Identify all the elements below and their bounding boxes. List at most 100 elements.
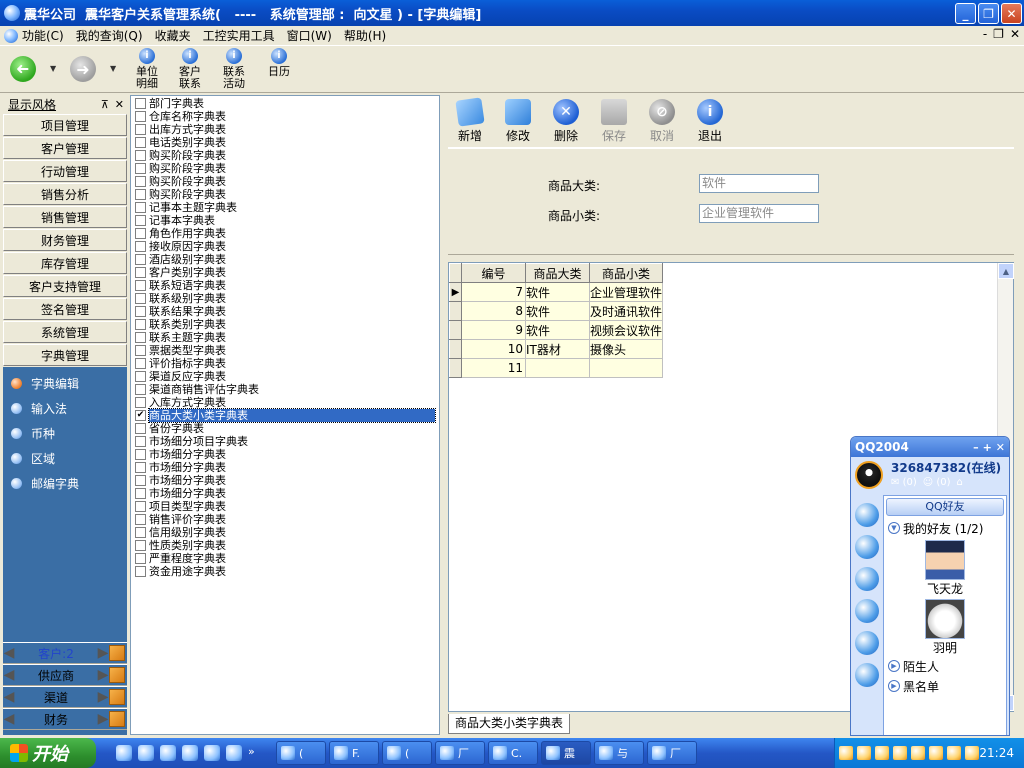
checkbox[interactable]: ✔ — [135, 410, 146, 421]
qq-news-icon[interactable] — [855, 663, 879, 687]
save-button[interactable]: 保存 — [594, 99, 634, 144]
unit-detail-button[interactable]: i 单位 明细 — [129, 48, 165, 90]
home-icon[interactable]: ⌂ — [957, 477, 963, 488]
forward-button[interactable]: ➜ — [70, 56, 96, 82]
start-button[interactable]: 开始 — [0, 738, 96, 768]
col-subcategory-header[interactable]: 商品小类 — [588, 263, 664, 283]
dictionary-submenu-item[interactable]: 币种 — [3, 421, 127, 446]
left-arrow-icon[interactable]: ◀ — [3, 711, 15, 727]
dictionary-list-item[interactable]: 部门字典表 — [135, 97, 204, 110]
cell-id[interactable]: 8 — [461, 301, 526, 321]
row-indicator[interactable] — [449, 320, 462, 340]
panel-close-icon[interactable]: ✕ — [115, 98, 124, 111]
left-bottom-item[interactable]: ◀ 财务 ▶ — [3, 708, 127, 730]
right-arrow-icon[interactable]: ▶ — [97, 689, 109, 705]
dictionary-list-item[interactable]: 记事本主题字典表 — [135, 201, 237, 214]
dictionary-list-item[interactable]: 市场细分字典表 — [135, 448, 226, 461]
cell-subcategory[interactable]: 企业管理软件 — [588, 282, 664, 302]
task-button[interactable]: ( — [382, 741, 432, 765]
dictionary-list-item[interactable]: 省份字典表 — [135, 422, 204, 435]
checkbox[interactable] — [135, 137, 146, 148]
delete-button[interactable]: ✕ 删除 — [546, 99, 586, 144]
cell-subcategory[interactable]: 视频会议软件 — [588, 320, 664, 340]
app-icon[interactable] — [4, 5, 20, 21]
dictionary-list-item[interactable]: 渠道反应字典表 — [135, 370, 226, 383]
checkbox[interactable] — [135, 358, 146, 369]
row-indicator[interactable] — [449, 301, 462, 321]
checkbox[interactable] — [135, 436, 146, 447]
checkbox[interactable] — [135, 514, 146, 525]
tray-icon[interactable] — [947, 746, 961, 760]
customer-contact-button[interactable]: i 客户 联系 — [172, 48, 208, 90]
mdi-minimize-button[interactable]: - — [983, 27, 987, 41]
checkbox[interactable] — [135, 345, 146, 356]
checkbox[interactable] — [135, 397, 146, 408]
checkbox[interactable] — [135, 527, 146, 538]
task-button[interactable]: 与 — [594, 741, 644, 765]
qq-game-icon[interactable] — [855, 567, 879, 591]
qq-group-strangers[interactable]: ▶ 陌生人 — [884, 656, 1006, 676]
dictionary-list-item[interactable]: 联系主题字典表 — [135, 331, 226, 344]
menu-function[interactable]: 功能(C) — [22, 27, 64, 44]
minimize-button[interactable]: _ — [955, 3, 976, 24]
task-button[interactable]: F. — [329, 741, 379, 765]
qq-close-icon[interactable]: ✕ — [996, 441, 1005, 454]
checkbox[interactable] — [135, 215, 146, 226]
table-row[interactable]: 9 软件 视频会议软件 — [449, 320, 664, 340]
checkbox[interactable] — [135, 501, 146, 512]
edit-button[interactable]: 修改 — [498, 99, 538, 144]
checkbox[interactable] — [135, 202, 146, 213]
menu-window[interactable]: 窗口(W) — [287, 27, 332, 44]
cell-category[interactable]: 软件 — [525, 282, 590, 302]
mdi-close-button[interactable]: ✕ — [1010, 27, 1020, 41]
quick-launch-icon[interactable] — [226, 745, 242, 761]
shortcut-icon[interactable] — [109, 667, 125, 683]
module-button[interactable]: 销售分析 — [3, 183, 127, 205]
table-row[interactable]: ▶ 7 软件 企业管理软件 — [449, 282, 664, 302]
cell-subcategory[interactable] — [588, 358, 664, 378]
category-field[interactable]: 软件 — [699, 174, 819, 193]
quick-launch-icon[interactable] — [160, 745, 176, 761]
checkbox[interactable] — [135, 488, 146, 499]
dictionary-submenu-item[interactable]: 字典编辑 — [3, 371, 127, 396]
dictionary-list-item[interactable]: 严重程度字典表 — [135, 552, 226, 565]
qq-group-blacklist[interactable]: ▶ 黑名单 — [884, 676, 1006, 696]
checkbox[interactable] — [135, 540, 146, 551]
checkbox[interactable] — [135, 553, 146, 564]
left-bottom-item[interactable]: ◀ 供应商 ▶ — [3, 664, 127, 686]
pin-icon[interactable]: ⊼ — [101, 98, 109, 111]
right-arrow-icon[interactable]: ▶ — [97, 711, 109, 727]
row-indicator[interactable] — [449, 358, 462, 378]
shortcut-icon[interactable] — [109, 711, 125, 727]
dictionary-list-item[interactable]: 购买阶段字典表 — [135, 162, 226, 175]
qq-disk-icon[interactable] — [855, 599, 879, 623]
checkbox[interactable] — [135, 163, 146, 174]
checkbox[interactable] — [135, 124, 146, 135]
dictionary-list-item[interactable]: 客户类别字典表 — [135, 266, 226, 279]
qq-friends-tab[interactable]: QQ好友 — [886, 498, 1004, 516]
dictionary-list-item[interactable]: ✔ 商品大类小类字典表 — [135, 408, 436, 423]
dictionary-list-item[interactable]: 购买阶段字典表 — [135, 175, 226, 188]
mail-icon[interactable]: ✉ (0) — [891, 477, 917, 488]
dictionary-list-item[interactable]: 资金用途字典表 — [135, 565, 226, 578]
qq-group-my-friends[interactable]: ▼ 我的好友 (1/2) — [884, 518, 1006, 538]
right-arrow-icon[interactable]: ▶ — [97, 667, 109, 683]
tray-icon[interactable] — [875, 746, 889, 760]
cell-category[interactable]: 软件 — [525, 320, 590, 340]
col-category-header[interactable]: 商品大类 — [525, 263, 590, 283]
qq-friend-item[interactable]: 羽明 — [884, 599, 1006, 656]
new-button[interactable]: 新增 — [450, 97, 490, 144]
dictionary-list-item[interactable]: 票据类型字典表 — [135, 344, 226, 357]
module-button[interactable]: 客户支持管理 — [3, 275, 127, 297]
dictionary-list-item[interactable]: 出库方式字典表 — [135, 123, 226, 136]
module-button[interactable]: 系统管理 — [3, 321, 127, 343]
checkbox[interactable] — [135, 267, 146, 278]
module-button[interactable]: 签名管理 — [3, 298, 127, 320]
dictionary-list-item[interactable]: 仓库名称字典表 — [135, 110, 226, 123]
task-button[interactable]: C. — [488, 741, 538, 765]
checkbox[interactable] — [135, 475, 146, 486]
left-arrow-icon[interactable]: ◀ — [3, 667, 15, 683]
dictionary-list-item[interactable]: 联系短语字典表 — [135, 279, 226, 292]
dictionary-list-item[interactable]: 联系类别字典表 — [135, 318, 226, 331]
checkbox[interactable] — [135, 371, 146, 382]
